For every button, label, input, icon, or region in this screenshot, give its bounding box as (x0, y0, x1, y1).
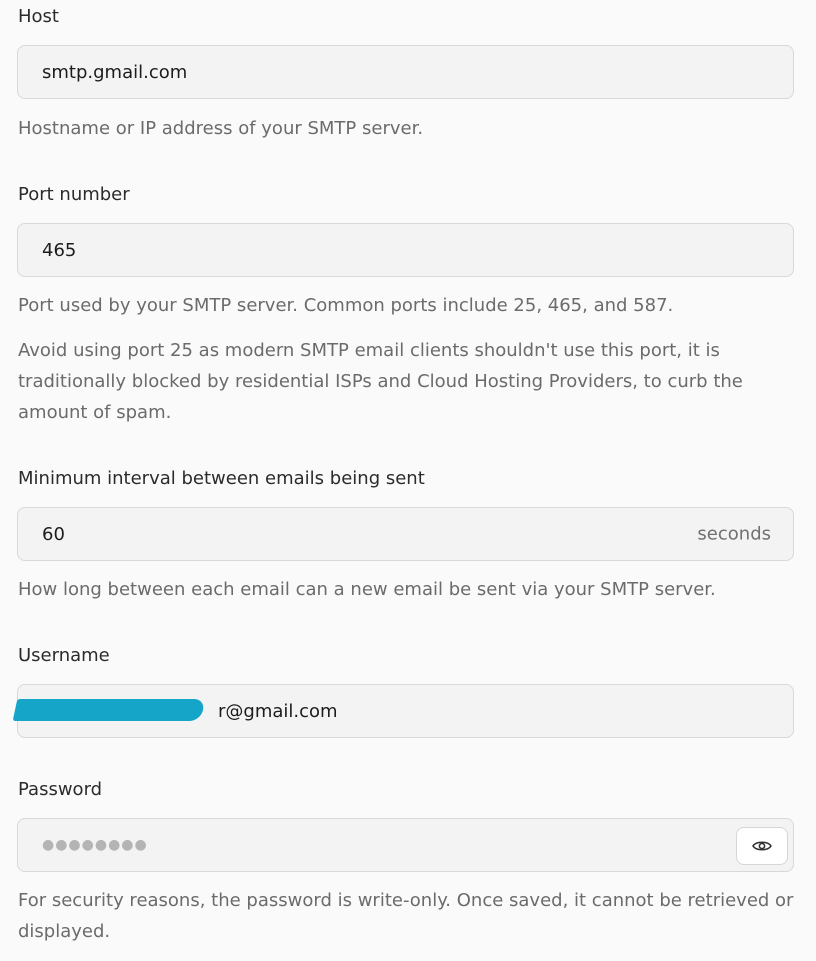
redaction-mark (12, 699, 206, 721)
host-value: smtp.gmail.com (42, 61, 188, 83)
username-input[interactable]: r@gmail.com (12, 684, 794, 738)
port-label: Port number (18, 184, 130, 205)
port-value: 465 (42, 239, 77, 261)
port-warning: Avoid using port 25 as modern SMTP email… (18, 340, 743, 423)
interval-help: How long between each email can a new em… (18, 579, 716, 600)
username-value-suffix: r@gmail.com (218, 700, 338, 722)
interval-input[interactable]: 60 seconds (17, 507, 794, 561)
toggle-password-visibility-button[interactable] (736, 827, 788, 865)
port-help: Port used by your SMTP server. Common po… (18, 295, 674, 316)
port-input[interactable]: 465 (17, 223, 794, 277)
password-masked-value: ●●●●●●●● (42, 837, 148, 853)
interval-label: Minimum interval between emails being se… (18, 468, 425, 489)
password-input[interactable]: ●●●●●●●● (17, 818, 794, 872)
interval-unit-suffix: seconds (697, 523, 771, 545)
host-label: Host (18, 6, 59, 27)
eye-icon (752, 841, 772, 851)
interval-value: 60 (42, 523, 65, 545)
password-help: For security reasons, the password is wr… (18, 890, 794, 942)
host-help: Hostname or IP address of your SMTP serv… (18, 118, 424, 139)
host-input[interactable]: smtp.gmail.com (17, 45, 794, 99)
password-label: Password (18, 779, 103, 800)
username-label: Username (18, 645, 110, 666)
